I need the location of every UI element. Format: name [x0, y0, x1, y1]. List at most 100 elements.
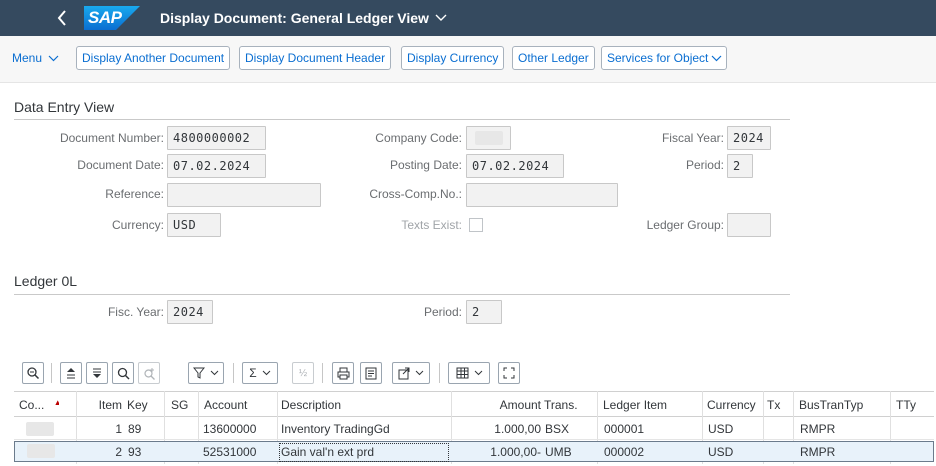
chevron-down-icon [415, 370, 424, 376]
period-field[interactable]: 2 [727, 154, 753, 178]
shell-bar: SAP Display Document: General Ledger Vie… [0, 0, 936, 36]
column-header-currency[interactable]: Currency [707, 392, 761, 418]
sort-ascending-button[interactable] [60, 362, 82, 384]
sort-up-icon: ▲ [53, 398, 59, 407]
column-header-bustrantyp[interactable]: BusTranTyp [799, 392, 879, 418]
sort-ascending-icon [67, 368, 75, 379]
column-header-item[interactable]: Item [95, 392, 122, 418]
column-header-ledger-item[interactable]: Ledger Item [603, 392, 693, 418]
magnify-details-icon [27, 367, 40, 380]
cell-tx [767, 419, 789, 440]
details-button[interactable] [22, 362, 44, 384]
column-header-co[interactable]: Co... ▲ [19, 392, 59, 418]
table-row[interactable]: 1 89 13600000 Inventory TradingGd 1.000,… [14, 419, 934, 440]
column-header-sg[interactable]: SG [171, 392, 197, 418]
cell-account: 13600000 [203, 422, 257, 436]
fisc-year-field[interactable]: 2024 [167, 300, 213, 324]
fullscreen-button[interactable] [498, 362, 520, 384]
cell-amount: 1.000,00 [494, 422, 541, 436]
export-button[interactable] [392, 362, 430, 384]
document-view-icon [365, 367, 377, 379]
fisc-year-label: Fisc. Year: [107, 305, 164, 319]
chevron-down-icon [262, 370, 271, 376]
cell-ledger-item: 000002 [604, 445, 645, 459]
layout-button[interactable] [448, 362, 490, 384]
column-header-key[interactable]: Key [127, 392, 157, 418]
fiscal-year-field[interactable]: 2024 [727, 126, 771, 150]
currency-field[interactable]: USD [167, 213, 221, 237]
find-next-button[interactable] [138, 362, 160, 384]
company-code-field[interactable] [466, 126, 511, 150]
ledger-period-field[interactable]: 2 [466, 300, 502, 324]
section-divider [14, 119, 790, 120]
column-header-description[interactable]: Description [281, 392, 451, 418]
subtotal-button[interactable]: ½ [292, 362, 314, 384]
search-icon [117, 367, 130, 380]
sort-descending-button[interactable] [86, 362, 108, 384]
services-for-object-button[interactable]: Services for Object [601, 46, 728, 70]
document-date-field[interactable]: 07.02.2024 [167, 154, 266, 178]
reference-field[interactable] [167, 183, 321, 207]
print-button[interactable] [332, 362, 354, 384]
company-code-label: Company Code: [375, 131, 462, 145]
display-document-header-button[interactable]: Display Document Header [239, 46, 392, 70]
separator [322, 363, 323, 383]
texts-exist-label: Texts Exist: [401, 218, 462, 232]
redacted-value [27, 444, 55, 458]
sap-logo[interactable]: SAP [84, 6, 140, 30]
other-ledger-button[interactable]: Other Ledger [512, 46, 595, 70]
subtotal-icon: ½ [298, 367, 308, 379]
column-header-tx[interactable]: Tx [767, 392, 789, 418]
period-label: Period: [685, 158, 724, 172]
chevron-down-icon [48, 55, 59, 62]
column-header-trans[interactable]: Trans. [544, 392, 594, 418]
column-header-account[interactable]: Account [204, 392, 276, 418]
ledger-group-field[interactable] [727, 213, 771, 237]
texts-exist-checkbox[interactable] [469, 218, 483, 232]
chevron-down-icon [474, 370, 482, 376]
cell-item: 1 [115, 422, 122, 436]
cross-comp-field[interactable] [466, 183, 618, 207]
table-header: Co... ▲ Item Key SG Account Description … [14, 391, 934, 417]
cell-bustrantyp: RMPR [800, 445, 836, 459]
cross-comp-label: Cross-Comp.No.: [369, 187, 462, 201]
print-icon [337, 367, 349, 379]
column-header-label: Co... [19, 398, 45, 412]
filter-button[interactable] [188, 362, 224, 384]
display-currency-button[interactable]: Display Currency [401, 46, 505, 70]
cell-item: 2 [115, 445, 122, 459]
display-another-document-button[interactable]: Display Another Document [76, 46, 231, 70]
column-header-tty[interactable]: TTy [896, 392, 926, 418]
table-row-selected[interactable]: 2 93 52531000 Gain val'n ext prd 1.000,0… [14, 441, 934, 462]
cell-ledger-item: 000001 [604, 422, 645, 436]
separator [439, 363, 440, 383]
total-button[interactable]: Σ [242, 362, 278, 384]
cell-tx [767, 442, 789, 463]
ledger-period-label: Period: [423, 305, 462, 319]
back-button[interactable] [52, 6, 72, 30]
document-number-field[interactable]: 4800000002 [167, 126, 266, 150]
cell-description-focused[interactable]: Gain val'n ext prd [278, 442, 450, 463]
services-for-object-label: Services for Object [607, 51, 709, 65]
redacted-value [26, 422, 54, 436]
section-divider [14, 294, 790, 295]
chevron-down-icon [435, 14, 447, 21]
cell-key: 93 [128, 445, 142, 459]
export-icon [398, 367, 410, 379]
column-header-amount[interactable]: Amount [455, 392, 541, 418]
data-entry-title: Data Entry View [14, 99, 115, 115]
posting-date-field[interactable]: 07.02.2024 [466, 154, 564, 178]
cell-bustrantyp: RMPR [800, 422, 836, 436]
sum-icon: Σ [249, 366, 257, 380]
chevron-down-icon [210, 370, 219, 376]
grid-layout-icon [456, 367, 468, 379]
menu-button[interactable]: Menu [12, 46, 59, 70]
document-date-label: Document Date: [77, 158, 164, 172]
cell-description: Inventory TradingGd [281, 422, 390, 436]
ledger-group-label: Ledger Group: [646, 218, 724, 232]
page-title[interactable]: Display Document: General Ledger View [160, 10, 447, 26]
filter-icon [193, 367, 205, 379]
cell-key: 89 [128, 422, 142, 436]
find-button[interactable] [112, 362, 134, 384]
print-preview-button[interactable] [360, 362, 382, 384]
